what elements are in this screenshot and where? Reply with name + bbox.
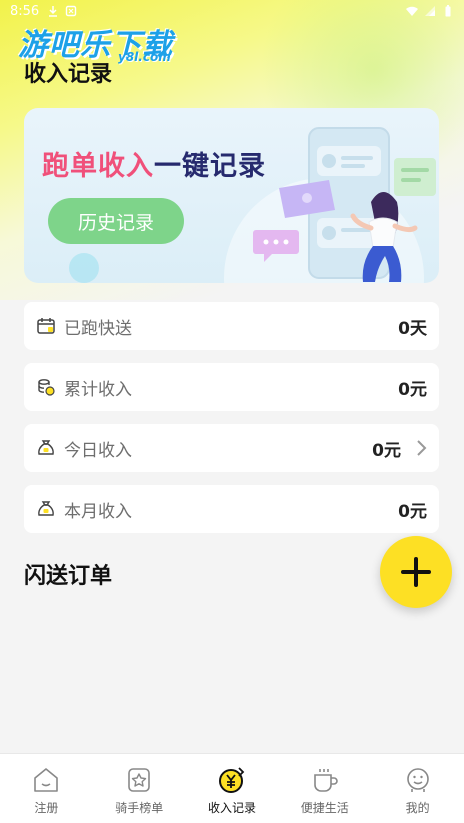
tab-label: 收入记录 bbox=[207, 801, 256, 815]
stat-card-today-income[interactable]: 今日收入 0元 bbox=[24, 424, 439, 472]
tab-convenient-life[interactable]: 便捷生活 bbox=[278, 754, 371, 823]
promo-banner: 跑单收入一键记录 历史记录 bbox=[24, 108, 439, 283]
stat-value: 0元 bbox=[398, 501, 427, 522]
tab-rider-ranking[interactable]: 骑手榜单 bbox=[93, 754, 186, 823]
chat-bubble-icon bbox=[253, 230, 299, 262]
money-bag-icon bbox=[38, 501, 54, 516]
chevron-right-icon bbox=[417, 440, 427, 456]
history-button[interactable]: 历史记录 bbox=[48, 198, 184, 244]
stat-value: 0天 bbox=[398, 318, 427, 339]
stat-label: 累计收入 bbox=[64, 379, 132, 400]
banner-headline-part1: 跑单收入 bbox=[42, 151, 154, 182]
plus-icon bbox=[401, 557, 431, 587]
calendar-icon bbox=[37, 318, 55, 334]
banner-headline: 跑单收入一键记录 bbox=[42, 144, 266, 183]
cup-icon bbox=[313, 769, 338, 792]
stat-card-total-income: 累计收入 0元 bbox=[24, 363, 439, 411]
bottom-tab-bar: 注册 骑手榜单 收入记录 便捷生活 我的 bbox=[0, 753, 464, 823]
tab-label: 注册 bbox=[34, 801, 59, 815]
tab-mine[interactable]: 我的 bbox=[371, 754, 464, 823]
section-title: 闪送订单 bbox=[24, 564, 113, 589]
status-bar: 8:56 bbox=[0, 0, 464, 22]
tab-label: 便捷生活 bbox=[300, 801, 349, 815]
page-title: 收入记录 bbox=[24, 62, 113, 87]
coins-icon bbox=[38, 379, 55, 396]
battery-icon bbox=[445, 5, 451, 17]
stat-label: 已跑快送 bbox=[64, 318, 132, 339]
banner-headline-part2: 一键记录 bbox=[154, 151, 266, 182]
status-time: 8:56 bbox=[10, 3, 40, 19]
tab-income-records[interactable]: 收入记录 bbox=[186, 754, 279, 823]
stat-label: 本月收入 bbox=[64, 501, 132, 522]
add-record-button[interactable] bbox=[380, 536, 452, 608]
tab-label: 我的 bbox=[405, 801, 430, 815]
notification-icon bbox=[66, 5, 77, 17]
signal-icon bbox=[425, 6, 435, 16]
courier-illustration-icon bbox=[279, 127, 436, 282]
watermark-domain: y8l.com bbox=[118, 50, 171, 64]
stat-card-days: 已跑快送 0天 bbox=[24, 302, 439, 350]
home-icon bbox=[34, 768, 59, 792]
money-bag-icon bbox=[38, 440, 54, 455]
wifi-icon bbox=[406, 6, 418, 16]
stat-label: 今日收入 bbox=[64, 440, 132, 461]
profile-icon bbox=[406, 768, 429, 792]
stat-card-month-income: 本月收入 0元 bbox=[24, 485, 439, 533]
tab-label: 骑手榜单 bbox=[115, 801, 164, 815]
stat-value: 0元 bbox=[372, 440, 401, 461]
download-icon bbox=[49, 6, 58, 17]
star-badge-icon bbox=[128, 768, 150, 792]
stat-value: 0元 bbox=[398, 379, 427, 400]
tab-register[interactable]: 注册 bbox=[0, 754, 93, 823]
yen-coin-icon bbox=[218, 767, 245, 793]
